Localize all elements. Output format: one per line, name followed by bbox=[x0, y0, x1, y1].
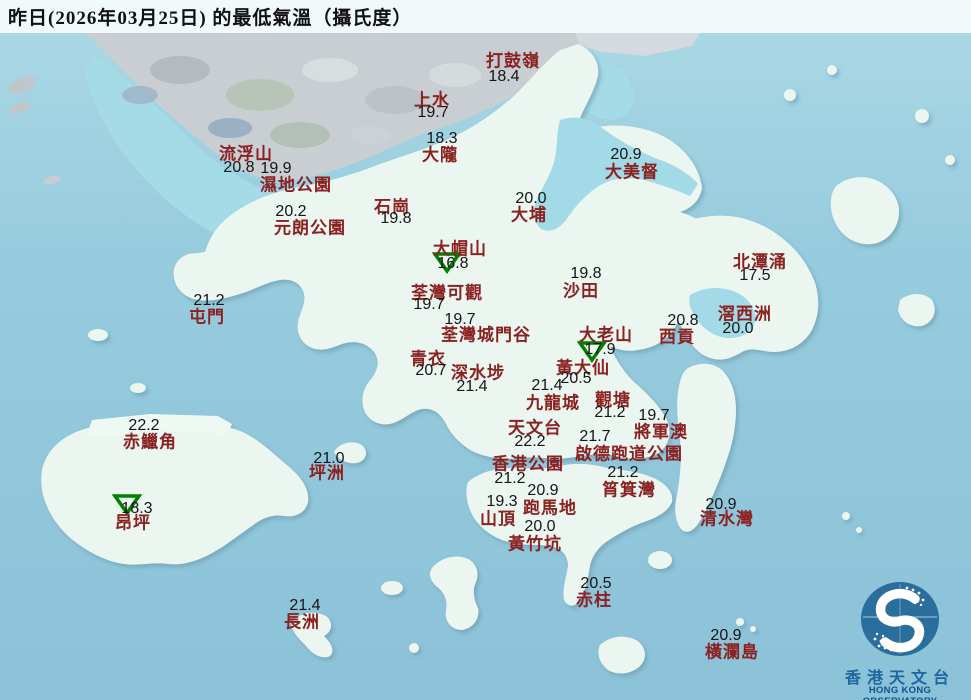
hko-logo: 香港天文台 HONG KONG OBSERVATORY bbox=[834, 574, 966, 700]
station-value: 19.9 bbox=[260, 160, 292, 177]
station-value: 19.7 bbox=[413, 296, 445, 313]
station-value: 17.5 bbox=[739, 267, 771, 284]
station-value: 20.2 bbox=[275, 203, 307, 220]
station-value: 21.2 bbox=[494, 470, 526, 487]
station-value: 21.0 bbox=[313, 450, 345, 467]
station-value: 20.7 bbox=[415, 362, 447, 379]
station-value: 20.0 bbox=[722, 320, 754, 337]
station-value: 19.7 bbox=[417, 104, 449, 121]
station-value: 21.4 bbox=[456, 378, 488, 395]
station-value: 18.3 bbox=[121, 500, 153, 517]
station-value: 20.9 bbox=[705, 496, 737, 513]
hko-min-temp-map: 打鼓嶺 18.4 上水 19.7 大隴 18.3 流浮山 20.8 濕地公園 19.9 元朗公園 20… bbox=[0, 0, 971, 700]
station-value: 19.3 bbox=[486, 493, 518, 510]
station-value: 22.2 bbox=[128, 417, 160, 434]
station-value: 20.0 bbox=[515, 190, 547, 207]
station-value: 19.7 bbox=[638, 407, 670, 424]
hko-logo-chinese-name: 香港天文台 bbox=[844, 668, 955, 687]
station-value: 22.2 bbox=[514, 433, 546, 450]
station-value: 21.7 bbox=[579, 428, 611, 445]
station-value: 20.9 bbox=[610, 146, 642, 163]
hko-logo-icon bbox=[861, 582, 939, 656]
hko-logo-english-name: HONG KONG OBSERVATORY bbox=[863, 685, 937, 700]
station-value: 20.9 bbox=[710, 627, 742, 644]
station-value: 20.5 bbox=[580, 575, 612, 592]
station-labels-layer: 打鼓嶺 18.4 上水 19.7 大隴 18.3 流浮山 20.8 濕地公園 19.9 元朗公園 20… bbox=[0, 0, 971, 700]
station-value: 18.4 bbox=[488, 68, 520, 85]
station-value: 20.0 bbox=[524, 518, 556, 535]
station-value: 17.9 bbox=[584, 341, 616, 358]
station-value: 18.3 bbox=[426, 130, 458, 147]
station-value: 19.8 bbox=[380, 210, 412, 227]
station-value: 20.8 bbox=[223, 159, 255, 176]
station-value: 21.2 bbox=[607, 464, 639, 481]
station-value: 20.9 bbox=[527, 482, 559, 499]
station-value: 20.8 bbox=[667, 312, 699, 329]
station-value: 19.7 bbox=[444, 311, 476, 328]
station-value: 21.4 bbox=[289, 597, 321, 614]
station-value: 21.4 bbox=[531, 377, 563, 394]
page-title: 昨日(2026年03月25日) 的最低氣溫（攝氏度） bbox=[8, 8, 413, 29]
station-value: 21.2 bbox=[594, 404, 626, 421]
station-value: 20.5 bbox=[560, 370, 592, 387]
station-value: 16.8 bbox=[437, 255, 469, 272]
station-value: 19.8 bbox=[570, 265, 602, 282]
title-bar: 昨日(2026年03月25日) 的最低氣溫（攝氏度） bbox=[0, 0, 971, 33]
station-value: 21.2 bbox=[193, 292, 225, 309]
